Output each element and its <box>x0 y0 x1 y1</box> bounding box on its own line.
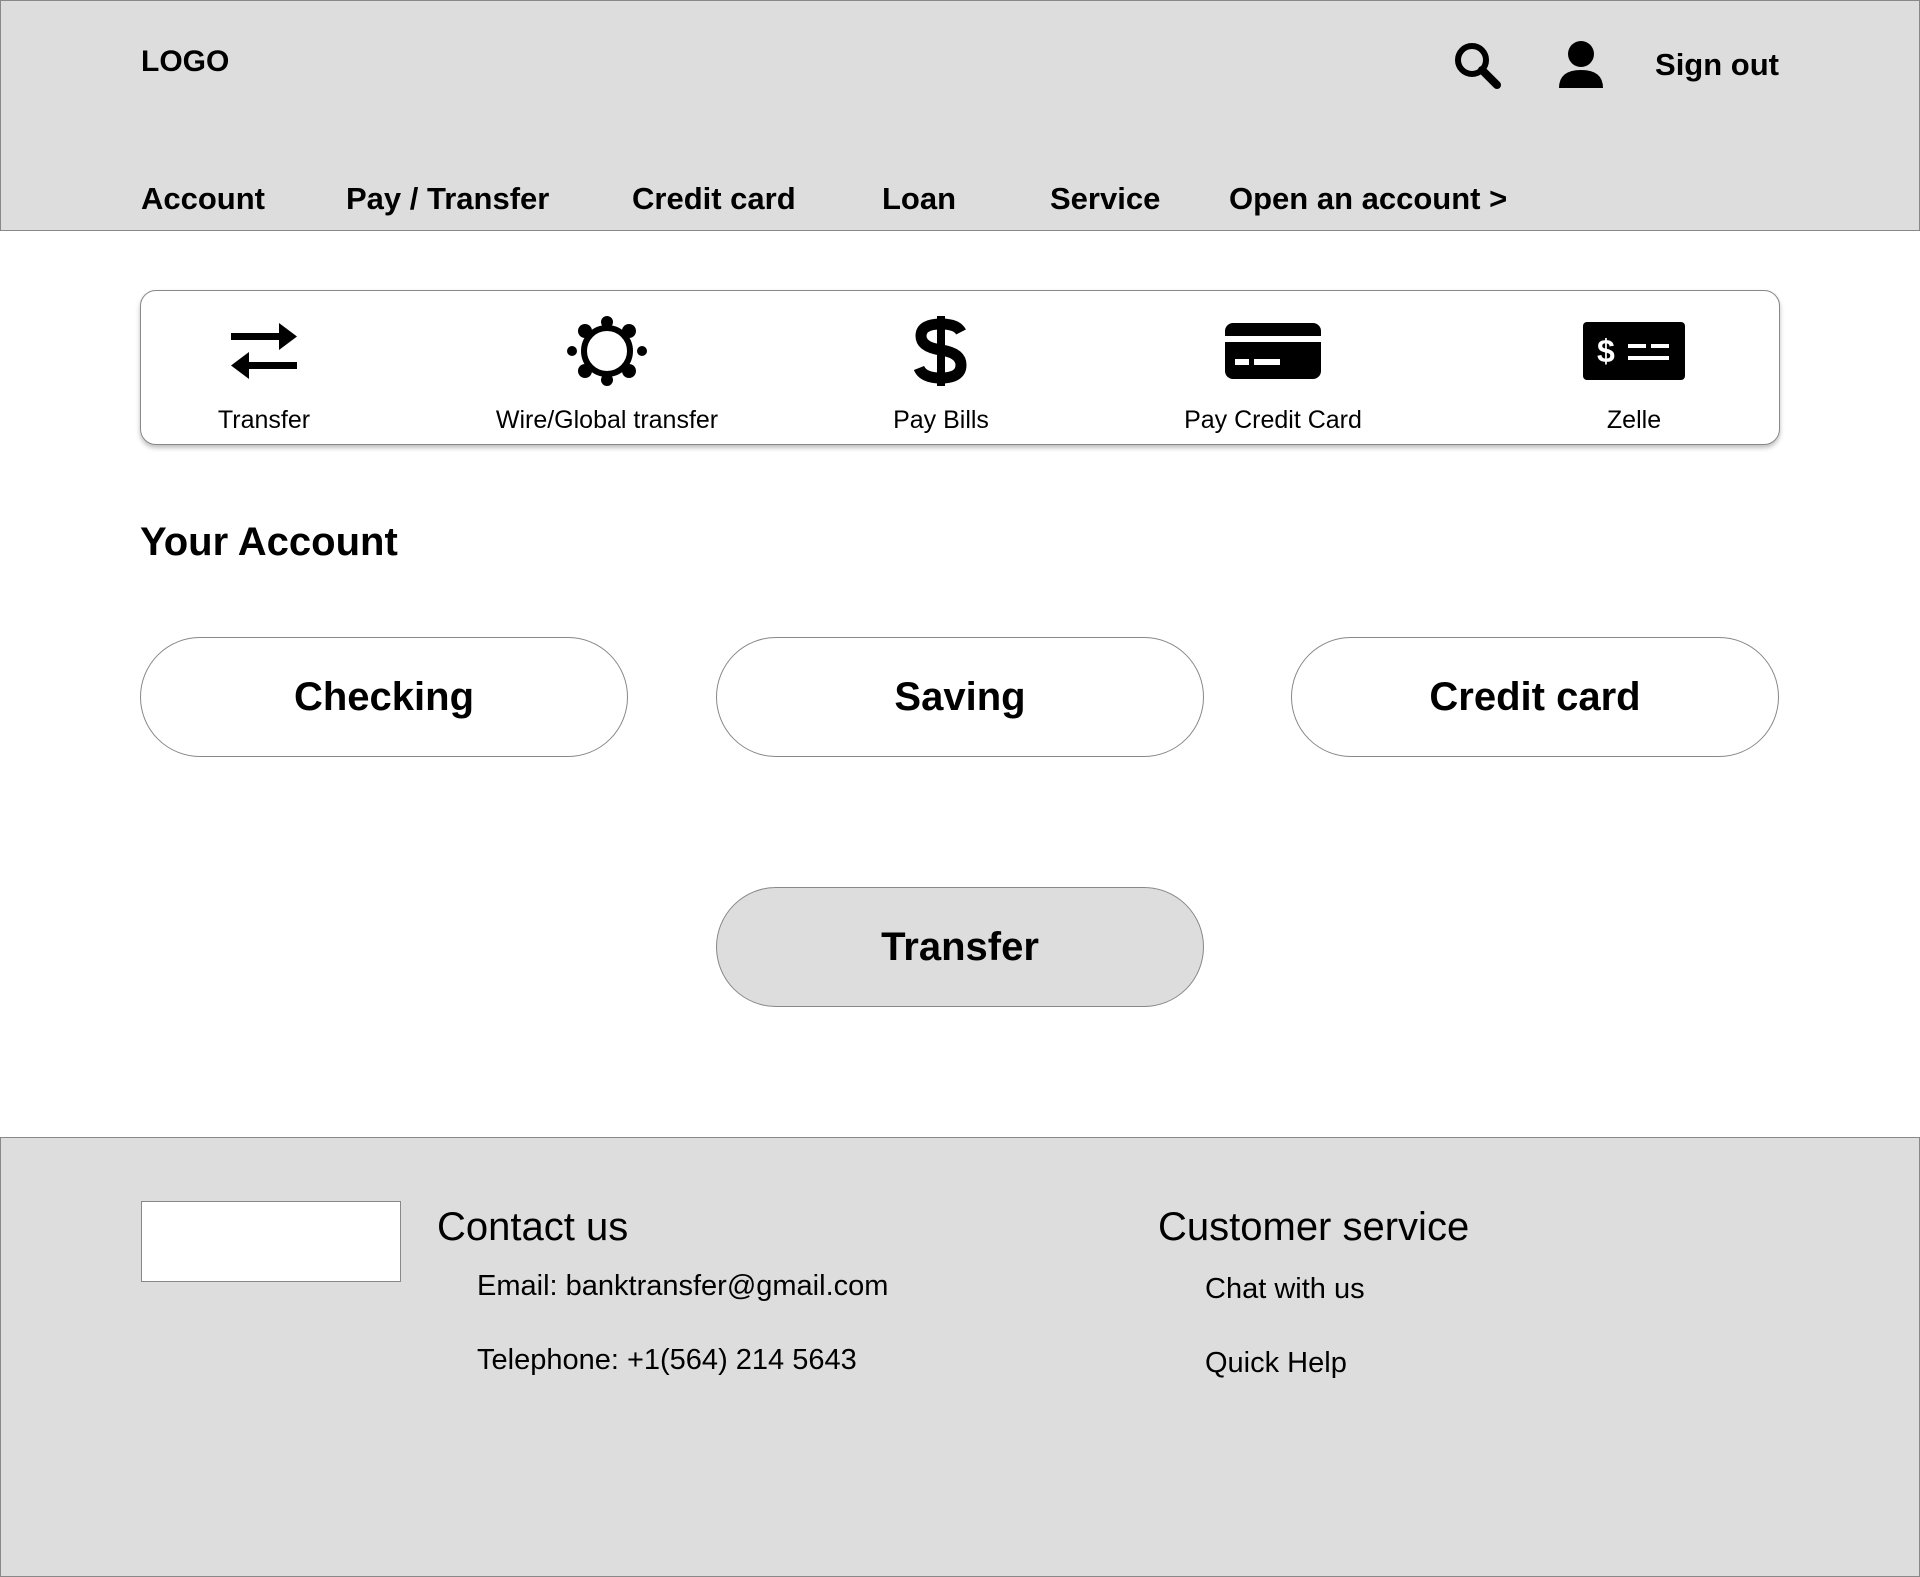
check-dollar-icon: $ <box>1583 322 1685 380</box>
search-button[interactable] <box>1449 37 1505 93</box>
user-button[interactable] <box>1553 37 1609 93</box>
footer-logo-placeholder <box>141 1201 401 1282</box>
user-icon <box>1559 41 1604 88</box>
nav-item-pay-transfer[interactable]: Pay / Transfer <box>346 181 549 217</box>
contact-email: Email: banktransfer@gmail.com <box>477 1270 889 1302</box>
svg-text:$: $ <box>1597 333 1615 369</box>
global-network-icon <box>567 316 647 386</box>
nav-item-credit-card[interactable]: Credit card <box>632 181 796 217</box>
your-account-title: Your Account <box>140 520 398 564</box>
nav-item-account[interactable]: Account <box>141 181 265 217</box>
quick-action-label: Zelle <box>1606 406 1662 434</box>
quick-action-label: Pay Bills <box>893 406 989 434</box>
credit-card-button[interactable]: Credit card <box>1291 637 1779 757</box>
dollar-icon <box>913 316 967 386</box>
contact-telephone: Telephone: +1(564) 214 5643 <box>477 1344 857 1376</box>
nav-item-loan[interactable]: Loan <box>882 181 956 217</box>
quick-help-link[interactable]: Quick Help <box>1205 1347 1347 1380</box>
quick-action-transfer[interactable]: Transfer <box>114 291 414 446</box>
quick-action-pay-bills[interactable]: Pay Bills <box>791 291 1091 446</box>
quick-action-wire-global-transfer[interactable]: Wire/Global transfer <box>457 291 757 446</box>
quick-action-zelle[interactable]: $ Zelle <box>1484 291 1784 446</box>
contact-us-heading: Contact us <box>437 1205 629 1249</box>
logo[interactable]: LOGO <box>141 45 229 79</box>
quick-actions-bar: Transfer Wire/Global transfer Pay Bills … <box>140 290 1780 445</box>
quick-action-label: Pay Credit Card <box>1184 406 1362 434</box>
site-footer: Contact us Email: banktransfer@gmail.com… <box>0 1137 1920 1577</box>
transfer-arrows-icon <box>231 323 297 379</box>
credit-card-icon <box>1225 323 1321 379</box>
quick-action-label: Transfer <box>217 406 311 434</box>
customer-service-heading: Customer service <box>1158 1205 1470 1249</box>
nav-item-service[interactable]: Service <box>1050 181 1160 217</box>
sign-out-link[interactable]: Sign out <box>1655 47 1779 83</box>
site-header: LOGO Sign out Account Pay / Transfer Cre… <box>0 0 1920 231</box>
nav-item-open-account[interactable]: Open an account > <box>1229 181 1507 217</box>
transfer-button[interactable]: Transfer <box>716 887 1204 1007</box>
quick-action-pay-credit-card[interactable]: Pay Credit Card <box>1123 291 1423 446</box>
checking-button[interactable]: Checking <box>140 637 628 757</box>
search-icon <box>1455 43 1502 89</box>
quick-action-label: Wire/Global transfer <box>495 406 719 434</box>
chat-with-us-link[interactable]: Chat with us <box>1205 1273 1365 1306</box>
saving-button[interactable]: Saving <box>716 637 1204 757</box>
header-actions: Sign out <box>1449 37 1779 93</box>
